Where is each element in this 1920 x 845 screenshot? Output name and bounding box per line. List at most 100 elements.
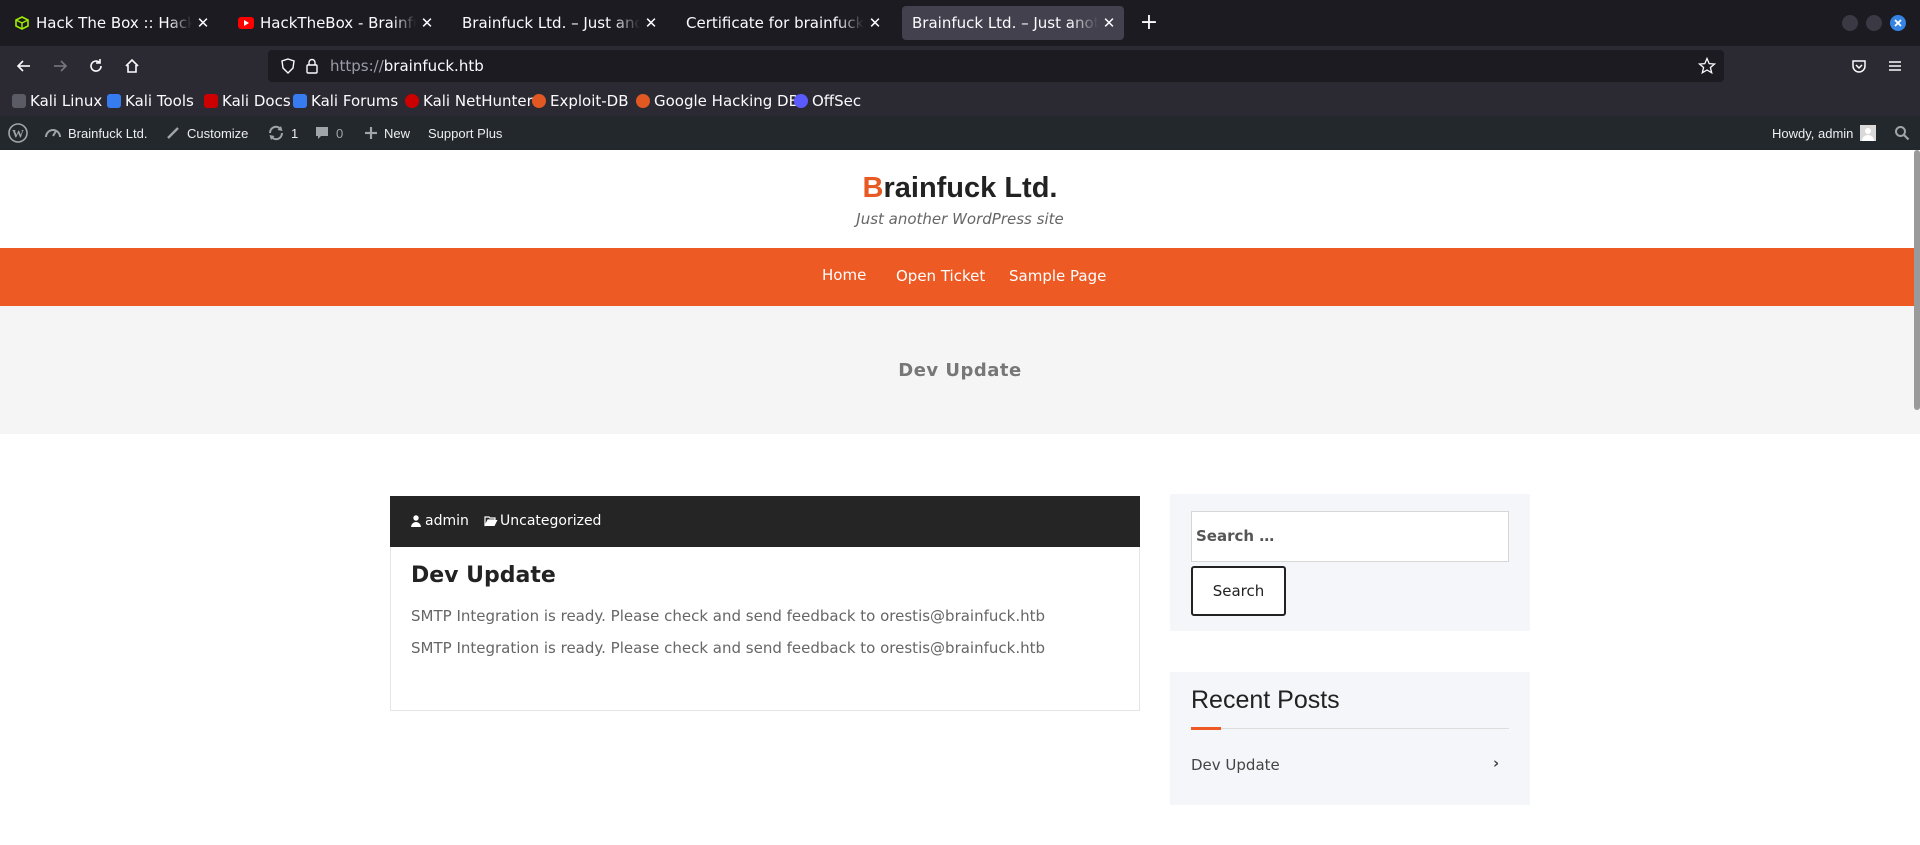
back-icon[interactable]: [11, 53, 37, 79]
tab-label: Certificate for brainfuck.htb: [686, 14, 864, 32]
kali-forums-icon: [293, 94, 307, 108]
plus-icon: [364, 126, 378, 140]
maximize-button[interactable]: [1866, 15, 1882, 31]
menu-icon[interactable]: [1882, 53, 1908, 79]
post-article: admin Uncategorized Dev Update SMTP Inte…: [390, 496, 1140, 711]
search-button[interactable]: Search: [1191, 566, 1286, 616]
page-banner: Dev Update: [0, 306, 1920, 434]
home-icon[interactable]: [119, 53, 145, 79]
new-tab-button[interactable]: +: [1136, 10, 1162, 36]
nav-toolbar: https://brainfuck.htb: [0, 46, 1920, 86]
site-header: Brainfuck Ltd. Just another WordPress si…: [0, 150, 1920, 248]
exploit-db-icon: [532, 94, 546, 108]
close-icon[interactable]: ✕: [640, 12, 662, 34]
tab-youtube[interactable]: HackTheBox - Brainfuck - YouTube ✕: [228, 6, 442, 40]
chevron-right-icon: ›: [1493, 754, 1500, 772]
admin-support-plus[interactable]: Support Plus: [428, 116, 502, 150]
bookmark-kali-linux[interactable]: Kali Linux: [12, 92, 102, 110]
post-paragraph: SMTP Integration is ready. Please check …: [411, 607, 1045, 625]
main-navigation: Home Open Ticket Sample Page: [0, 248, 1920, 306]
bookmark-kali-nethunter[interactable]: Kali NetHunter: [405, 92, 533, 110]
youtube-icon: [238, 15, 254, 31]
svg-text:W: W: [12, 127, 24, 141]
brush-icon: [165, 125, 181, 141]
url-text[interactable]: https://brainfuck.htb: [330, 57, 484, 75]
post-meta-bar: admin Uncategorized: [390, 496, 1140, 547]
divider: [1191, 728, 1509, 729]
close-icon[interactable]: ✕: [416, 12, 438, 34]
dashboard-icon: [44, 124, 62, 142]
bookmark-kali-forums[interactable]: Kali Forums: [293, 92, 398, 110]
menu-item-sample-page[interactable]: Sample Page: [1009, 267, 1106, 285]
recent-post-link[interactable]: Dev Update: [1191, 756, 1280, 774]
tab-brainfuck-1[interactable]: Brainfuck Ltd. – Just another WordPress …: [452, 6, 666, 40]
updates-icon: [267, 124, 285, 142]
admin-new[interactable]: New: [364, 116, 410, 150]
offsec-icon: [794, 94, 808, 108]
page-title: Dev Update: [898, 360, 1022, 381]
tab-brainfuck-active[interactable]: Brainfuck Ltd. – Just another WordPress …: [902, 6, 1124, 40]
tab-label: Brainfuck Ltd. – Just another WordPress …: [912, 14, 1098, 32]
folder-open-icon: [484, 515, 498, 527]
shield-icon[interactable]: [280, 58, 296, 78]
tab-label: Brainfuck Ltd. – Just another WordPress …: [462, 14, 640, 32]
lock-icon[interactable]: [304, 58, 320, 78]
admin-updates[interactable]: 1: [267, 116, 298, 150]
kali-tools-icon: [107, 94, 121, 108]
wp-admin-bar: W Brainfuck Ltd. Customize 1 0 New Suppo…: [0, 116, 1920, 150]
forward-icon[interactable]: [47, 53, 73, 79]
close-icon[interactable]: ✕: [1098, 12, 1120, 34]
post-paragraph: SMTP Integration is ready. Please check …: [411, 639, 1045, 657]
kali-docs-icon: [204, 94, 218, 108]
htb-cube-icon: [14, 15, 30, 31]
tab-label: HackTheBox - Brainfuck - YouTube: [260, 14, 416, 32]
bookmark-kali-docs[interactable]: Kali Docs: [204, 92, 291, 110]
tab-label: Hack The Box :: Hack The Box: [36, 14, 192, 32]
recent-posts-widget: Recent Posts Dev Update ›: [1170, 672, 1530, 805]
title-accent-underline: [1191, 727, 1221, 730]
post-title[interactable]: Dev Update: [411, 563, 556, 588]
tab-bar: Hack The Box :: Hack The Box ✕ HackTheBo…: [0, 0, 1920, 46]
admin-account[interactable]: Howdy, admin: [1772, 116, 1877, 150]
post-author[interactable]: admin: [411, 513, 469, 529]
admin-search-icon[interactable]: [1894, 116, 1910, 150]
url-host: brainfuck.htb: [383, 57, 484, 75]
pocket-icon[interactable]: [1846, 53, 1872, 79]
bookmark-star-icon[interactable]: [1697, 56, 1717, 79]
url-bar[interactable]: https://brainfuck.htb: [268, 50, 1724, 82]
close-icon[interactable]: ✕: [864, 12, 886, 34]
minimize-button[interactable]: [1842, 15, 1858, 31]
admin-comments[interactable]: 0: [314, 116, 343, 150]
nethunter-icon: [405, 94, 419, 108]
search-input[interactable]: Search …: [1191, 511, 1509, 562]
bookmark-google-hacking-db[interactable]: Google Hacking DB: [636, 92, 799, 110]
admin-site-name[interactable]: Brainfuck Ltd.: [44, 116, 148, 150]
search-widget: Search … Search: [1170, 494, 1530, 631]
kali-dragon-icon: [12, 94, 26, 108]
post-category[interactable]: Uncategorized: [484, 513, 601, 529]
user-icon: [411, 515, 421, 527]
site-tagline: Just another WordPress site: [856, 210, 1064, 228]
wordpress-logo-icon[interactable]: W: [8, 116, 28, 150]
menu-item-home[interactable]: Home: [822, 266, 866, 284]
admin-customize[interactable]: Customize: [165, 116, 248, 150]
bookmark-kali-tools[interactable]: Kali Tools: [107, 92, 194, 110]
ghdb-icon: [636, 94, 650, 108]
recent-posts-title: Recent Posts: [1191, 686, 1340, 714]
url-protocol: https://: [330, 57, 384, 75]
avatar: [1860, 125, 1877, 141]
reload-icon[interactable]: [83, 53, 109, 79]
bookmark-offsec[interactable]: OffSec: [794, 92, 861, 110]
updates-count: 1: [291, 125, 299, 141]
comments-count: 0: [336, 125, 344, 141]
comment-icon: [314, 125, 330, 141]
tab-hack-the-box[interactable]: Hack The Box :: Hack The Box ✕: [4, 6, 218, 40]
close-icon[interactable]: ✕: [192, 12, 214, 34]
tab-certificate[interactable]: Certificate for brainfuck.htb ✕: [676, 6, 890, 40]
close-window-button[interactable]: [1890, 15, 1906, 31]
menu-item-open-ticket[interactable]: Open Ticket: [896, 267, 985, 285]
bookmark-exploit-db[interactable]: Exploit-DB: [532, 92, 629, 110]
page-scrollbar[interactable]: [1914, 150, 1920, 410]
bookmarks-toolbar: Kali Linux Kali Tools Kali Docs Kali For…: [0, 86, 1920, 116]
site-title[interactable]: Brainfuck Ltd.: [0, 172, 1920, 205]
